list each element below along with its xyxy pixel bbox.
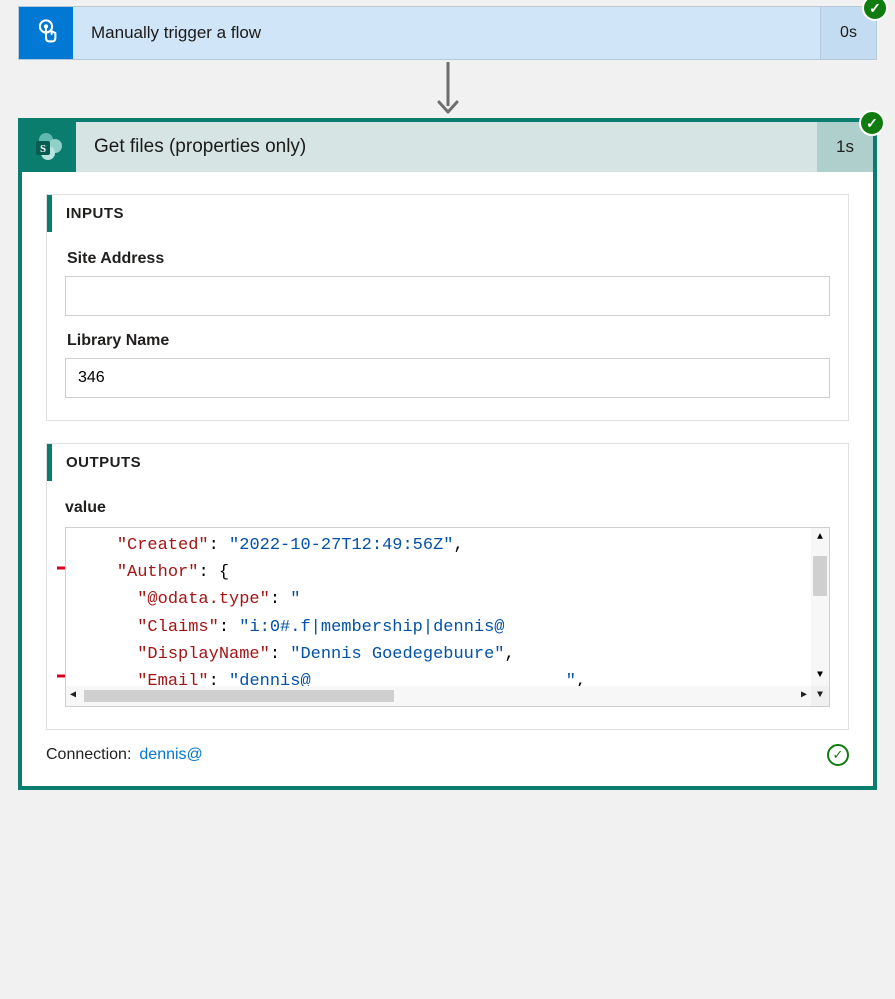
scroll-left-icon[interactable]: ◀ xyxy=(66,685,80,707)
scroll-right-icon[interactable]: ▶ xyxy=(797,685,811,707)
scroll-corner: ▼ xyxy=(811,686,829,706)
site-address-input[interactable] xyxy=(65,276,830,316)
inputs-panel-title: INPUTS xyxy=(47,195,848,232)
json-viewport: "Created": "2022-10-27T12:49:56Z", "Auth… xyxy=(66,528,829,706)
action-card[interactable]: ✓ S Get files (properties only) 1s INPUT… xyxy=(18,118,877,790)
flow-connector xyxy=(6,60,889,118)
success-badge-icon: ✓ xyxy=(859,110,885,136)
library-name-label: Library Name xyxy=(67,332,828,350)
json-output-box[interactable]: "Created": "2022-10-27T12:49:56Z", "Auth… xyxy=(65,527,830,707)
connection-label: Connection: xyxy=(46,746,131,764)
sharepoint-icon: S xyxy=(22,122,76,172)
json-created: 2022-10-27T12:49:56Z xyxy=(239,536,443,555)
action-title: Get files (properties only) xyxy=(76,122,817,172)
success-badge-icon: ✓ xyxy=(862,0,888,21)
connection-row: Connection: dennis@ ✓ xyxy=(46,730,849,766)
vertical-scrollbar[interactable]: ▲ ▼ xyxy=(811,528,829,686)
svg-text:S: S xyxy=(40,143,46,155)
trigger-title: Manually trigger a flow xyxy=(73,7,820,59)
connection-ok-icon: ✓ xyxy=(827,744,849,766)
inputs-panel: INPUTS Site Address Library Name xyxy=(46,194,849,421)
outputs-panel: OUTPUTS value "Created": "2022-10-27T12:… xyxy=(46,443,849,730)
trigger-card[interactable]: Manually trigger a flow 0s ✓ xyxy=(18,6,877,60)
touch-icon xyxy=(19,7,73,59)
json-displayname: Dennis Goedegebuure xyxy=(300,645,494,664)
action-header[interactable]: S Get files (properties only) 1s xyxy=(22,122,873,172)
scroll-down-icon[interactable]: ▼ xyxy=(814,666,826,686)
outputs-panel-title: OUTPUTS xyxy=(47,444,848,481)
scroll-up-icon[interactable]: ▲ xyxy=(814,528,826,548)
outputs-value-label: value xyxy=(65,499,830,517)
vscroll-thumb[interactable] xyxy=(813,556,827,596)
horizontal-scrollbar[interactable]: ◀ ▶ xyxy=(66,686,811,706)
connection-account-link[interactable]: dennis@ xyxy=(139,746,202,764)
site-address-label: Site Address xyxy=(67,250,828,268)
json-claims: i:0#.f|membership|dennis@ xyxy=(249,618,504,637)
library-name-input[interactable] xyxy=(65,358,830,398)
hscroll-thumb[interactable] xyxy=(84,690,394,702)
